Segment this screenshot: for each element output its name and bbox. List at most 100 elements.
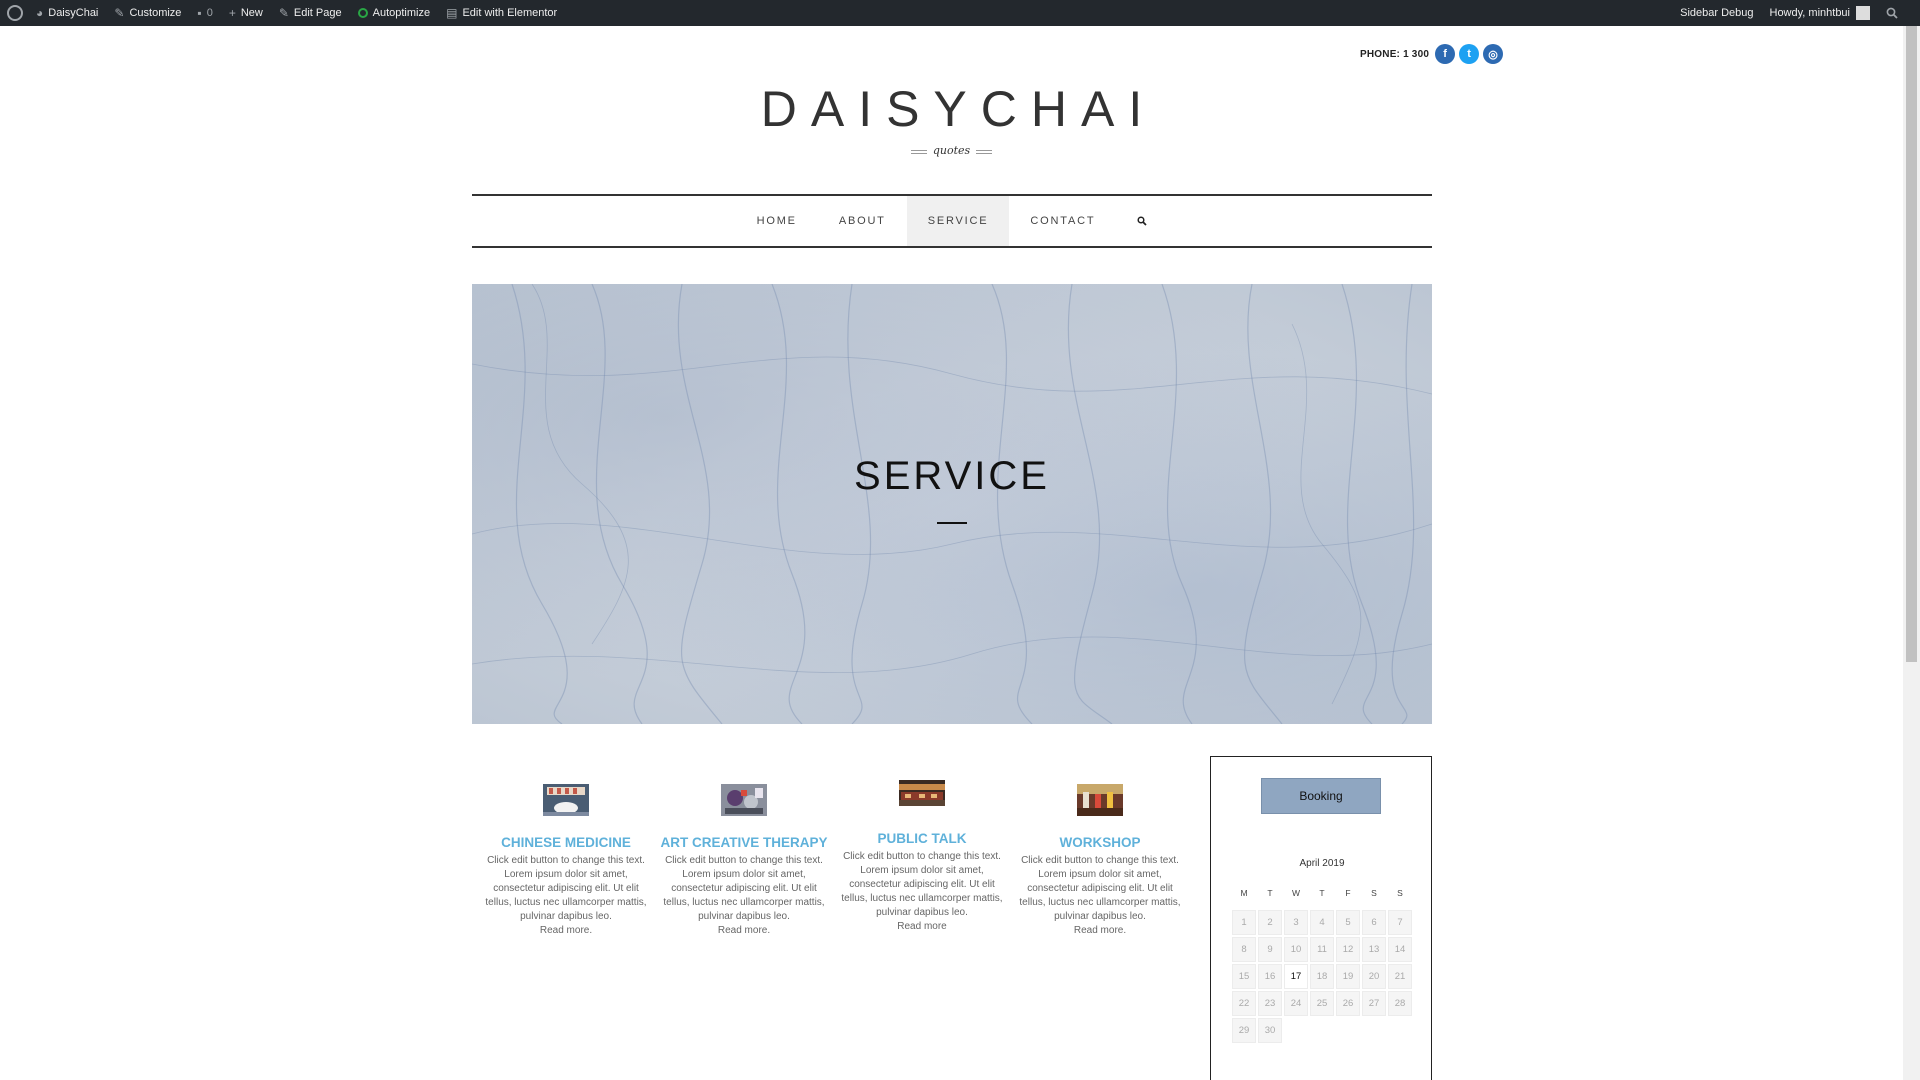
calendar: M T W T F S S 1 2 3 4 5 6 7 8 9 10 11 12 13 14 15 16 17 1… <box>1231 883 1413 1044</box>
admin-search-icon[interactable] <box>1878 0 1920 26</box>
logo-title: DAISYCHAI <box>760 81 1157 137</box>
weekday-label: W <box>1291 888 1301 898</box>
site-logo[interactable]: DAISYCHAI quotes <box>0 80 1903 157</box>
booking-widget: Booking April 2019 M T W T F S S 1234567… <box>1210 756 1432 1080</box>
weekday-label: M <box>1240 888 1248 898</box>
service-description: Click edit button to change this text. L… <box>485 855 647 936</box>
avatar <box>1856 6 1870 20</box>
calendar-day[interactable]: 10 <box>1284 937 1308 962</box>
calendar-day[interactable]: 13 <box>1362 937 1386 962</box>
calendar-day[interactable]: 30 <box>1258 1018 1282 1043</box>
calendar-day[interactable]: 23 <box>1258 991 1282 1016</box>
calendar-day[interactable]: 27 <box>1362 991 1386 1016</box>
admin-account[interactable]: Howdy, minhtbui <box>1762 0 1879 26</box>
calendar-day[interactable]: 18 <box>1310 964 1334 989</box>
nav-item-contact[interactable]: CONTACT <box>1009 196 1116 246</box>
admin-sidebar-debug[interactable]: Sidebar Debug <box>1672 0 1761 26</box>
calendar-days: 1 2 3 4 5 6 7 8 9 10 11 12 13 14 15 16 17 18 19 20 21 22 23 24 2… <box>1231 909 1413 1044</box>
read-more-link[interactable]: Read more <box>897 921 946 932</box>
plus-icon: + <box>228 6 236 20</box>
twitter-icon[interactable]: t <box>1459 44 1480 64</box>
dashboard-icon: ◕ <box>36 6 44 20</box>
admin-comments[interactable]: ▪ 0 <box>189 0 220 26</box>
calendar-day[interactable]: 22 <box>1232 991 1256 1016</box>
wordpress-logo-icon[interactable] <box>2 0 28 26</box>
calendar-day[interactable]: 8 <box>1232 937 1256 962</box>
calendar-day[interactable]: 3 <box>1284 910 1308 935</box>
scrollbar-thumb[interactable] <box>1906 26 1917 662</box>
calendar-day[interactable]: 21 <box>1388 964 1412 989</box>
hero-background-texture <box>472 284 1432 724</box>
service-image[interactable] <box>899 780 945 812</box>
calendar-day-today[interactable]: 17 <box>1284 964 1308 989</box>
calendar-weekdays: M T W T F S S <box>1231 883 1413 903</box>
service-title[interactable]: CHINESE MEDICINE <box>477 835 655 850</box>
search-icon <box>1137 216 1147 226</box>
calendar-day[interactable]: 29 <box>1232 1018 1256 1043</box>
service-description: Click edit button to change this text. L… <box>841 851 1003 932</box>
calendar-day[interactable]: 1 <box>1232 910 1256 935</box>
calendar-day[interactable]: 15 <box>1232 964 1256 989</box>
service-image[interactable] <box>543 784 589 816</box>
calendar-day[interactable]: 5 <box>1336 910 1360 935</box>
admin-edit-elementor[interactable]: ▤ Edit with Elementor <box>438 0 565 26</box>
facebook-icon[interactable]: f <box>1435 44 1456 64</box>
service-card-chinese-medicine: CHINESE MEDICINE Click edit button to ch… <box>477 784 655 938</box>
calendar-day[interactable]: 19 <box>1336 964 1360 989</box>
calendar-day[interactable]: 6 <box>1362 910 1386 935</box>
divider <box>976 150 993 154</box>
service-title[interactable]: WORKSHOP <box>1011 835 1189 850</box>
calendar-day[interactable]: 25 <box>1310 991 1334 1016</box>
main-nav: HOME ABOUT SERVICE CONTACT <box>472 194 1432 248</box>
calendar-day[interactable]: 16 <box>1258 964 1282 989</box>
service-image[interactable] <box>1077 784 1123 816</box>
calendar-day[interactable]: 4 <box>1310 910 1334 935</box>
title-underline <box>937 522 967 524</box>
weekday-label: F <box>1345 888 1351 898</box>
phone-number: PHONE: 1 300 <box>1360 48 1430 60</box>
nav-search-button[interactable] <box>1116 196 1168 246</box>
service-description: Click edit button to change this text. L… <box>1019 855 1181 936</box>
admin-autoptimize[interactable]: Autoptimize <box>350 0 438 26</box>
admin-edit-page[interactable]: ✎ Edit Page <box>271 0 350 26</box>
calendar-day[interactable]: 24 <box>1284 991 1308 1016</box>
service-image[interactable] <box>721 784 767 816</box>
calendar-day[interactable]: 28 <box>1388 991 1412 1016</box>
read-more-link[interactable]: Read more. <box>1074 925 1126 936</box>
logo-subtitle: quotes <box>0 144 1903 157</box>
admin-new[interactable]: + New <box>221 0 271 26</box>
service-card-art-creative-therapy: ART CREATIVE THERAPY Click edit button t… <box>655 784 833 938</box>
weekday-label: T <box>1267 888 1273 898</box>
weekday-label: S <box>1371 888 1377 898</box>
calendar-day[interactable]: 12 <box>1336 937 1360 962</box>
admin-customize[interactable]: ✎ Customize <box>106 0 189 26</box>
nav-item-home[interactable]: HOME <box>736 196 818 246</box>
booking-button[interactable]: Booking <box>1261 778 1381 814</box>
service-title[interactable]: PUBLIC TALK <box>833 831 1011 846</box>
page-title: SERVICE <box>854 454 1050 498</box>
calendar-day[interactable]: 2 <box>1258 910 1282 935</box>
calendar-month: April 2019 <box>1299 858 1345 869</box>
calendar-day[interactable]: 9 <box>1258 937 1282 962</box>
calendar-day[interactable]: 20 <box>1362 964 1386 989</box>
service-title[interactable]: ART CREATIVE THERAPY <box>655 835 833 850</box>
read-more-link[interactable]: Read more. <box>540 925 592 936</box>
calendar-day[interactable]: 14 <box>1388 937 1412 962</box>
service-card-workshop: WORKSHOP Click edit button to change thi… <box>1011 784 1189 938</box>
instagram-icon[interactable]: ◎ <box>1483 44 1504 64</box>
services-grid: CHINESE MEDICINE Click edit button to ch… <box>477 780 1189 938</box>
weekday-label: T <box>1319 888 1325 898</box>
calendar-day[interactable]: 11 <box>1310 937 1334 962</box>
calendar-day[interactable]: 7 <box>1388 910 1412 935</box>
status-circle-icon <box>357 8 368 18</box>
pencil-icon: ✎ <box>278 6 289 20</box>
divider <box>910 150 927 154</box>
weekday-label: S <box>1397 888 1403 898</box>
brush-icon: ✎ <box>114 6 125 20</box>
vertical-scrollbar[interactable] <box>1903 26 1920 1080</box>
calendar-day[interactable]: 26 <box>1336 991 1360 1016</box>
nav-item-service[interactable]: SERVICE <box>906 196 1010 246</box>
nav-item-about[interactable]: ABOUT <box>818 196 907 246</box>
read-more-link[interactable]: Read more. <box>718 925 770 936</box>
admin-site-name[interactable]: ◕ DaisyChai <box>28 0 106 26</box>
